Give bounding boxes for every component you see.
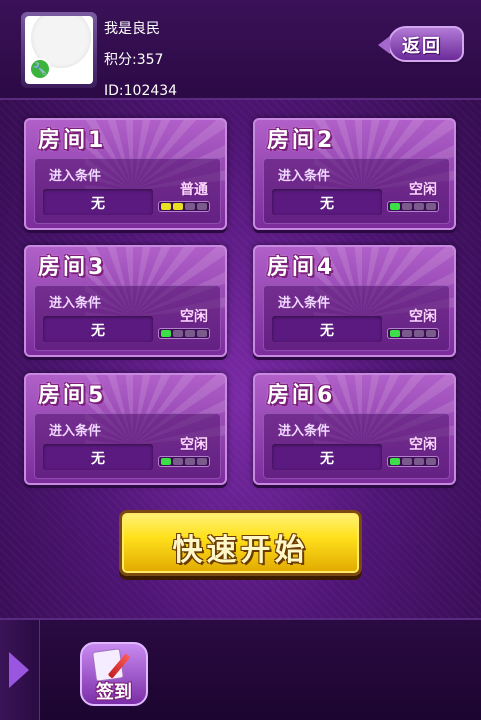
wrench-icon: 🔧	[29, 58, 51, 80]
load-segment	[414, 330, 424, 337]
condition-value: 无	[91, 323, 105, 339]
load-segment	[173, 203, 183, 210]
load-segment	[402, 203, 412, 210]
avatar-image: 🔧	[25, 16, 93, 84]
room-title: 房间1	[38, 128, 107, 153]
user-score: 积分:357	[104, 52, 164, 68]
load-segment	[173, 458, 183, 465]
room-title: 房间3	[38, 255, 107, 280]
room-load-bar	[387, 328, 439, 339]
room-card-5[interactable]: 房间5 进入条件 无 空闲	[24, 373, 227, 485]
load-segment	[197, 458, 207, 465]
room-title: 房间4	[267, 255, 336, 280]
footer-bar: 签到	[0, 618, 481, 720]
load-segment	[414, 203, 424, 210]
load-segment	[390, 330, 400, 337]
load-segment	[197, 330, 207, 337]
room-status: 空闲	[409, 182, 437, 198]
room-load-bar	[158, 201, 210, 212]
user-nickname: 我是良民	[104, 21, 160, 37]
room-title: 房间6	[267, 383, 336, 408]
load-segment	[185, 330, 195, 337]
room-title: 房间2	[267, 128, 336, 153]
load-segment	[426, 203, 436, 210]
room-load-bar	[387, 201, 439, 212]
quick-start-button[interactable]: 快速开始	[119, 510, 362, 576]
load-segment	[185, 458, 195, 465]
room-card-6[interactable]: 房间6 进入条件 无 空闲	[253, 373, 456, 485]
room-body: 进入条件 无 空闲	[263, 158, 450, 224]
load-segment	[161, 458, 171, 465]
load-segment	[390, 458, 400, 465]
room-body: 进入条件 无 空闲	[34, 413, 221, 479]
play-arrow-icon	[9, 652, 29, 688]
condition-label: 进入条件	[278, 296, 331, 311]
condition-value: 无	[320, 196, 334, 212]
room-card-1[interactable]: 房间1 进入条件 无 普通	[24, 118, 227, 230]
room-body: 进入条件 无 普通	[34, 158, 221, 224]
load-segment	[402, 458, 412, 465]
room-status: 空闲	[409, 309, 437, 325]
condition-label: 进入条件	[278, 169, 331, 184]
load-segment	[426, 458, 436, 465]
room-status: 普通	[180, 182, 208, 198]
load-segment	[173, 330, 183, 337]
avatar[interactable]: 🔧	[21, 12, 97, 88]
load-segment	[197, 203, 207, 210]
load-segment	[161, 203, 171, 210]
side-menu-toggle[interactable]	[0, 620, 40, 720]
room-body: 进入条件 无 空闲	[34, 285, 221, 351]
room-card-2[interactable]: 房间2 进入条件 无 空闲	[253, 118, 456, 230]
condition-value-box: 无	[272, 444, 382, 470]
condition-value-box: 无	[43, 444, 153, 470]
load-segment	[390, 203, 400, 210]
room-body: 进入条件 无 空闲	[263, 413, 450, 479]
condition-value: 无	[320, 451, 334, 467]
room-body: 进入条件 无 空闲	[263, 285, 450, 351]
load-segment	[185, 203, 195, 210]
condition-value: 无	[320, 323, 334, 339]
room-load-bar	[387, 456, 439, 467]
room-title: 房间5	[38, 383, 107, 408]
user-id: ID:102434	[104, 83, 178, 99]
load-segment	[402, 330, 412, 337]
load-segment	[414, 458, 424, 465]
room-card-4[interactable]: 房间4 进入条件 无 空闲	[253, 245, 456, 357]
user-info: 我是良民 积分:357 ID:102434	[104, 14, 177, 107]
condition-value: 无	[91, 196, 105, 212]
condition-value-box: 无	[272, 189, 382, 215]
condition-value-box: 无	[43, 189, 153, 215]
room-card-3[interactable]: 房间3 进入条件 无 空闲	[24, 245, 227, 357]
header: 🔧 我是良民 积分:357 ID:102434 返回	[0, 0, 481, 100]
condition-label: 进入条件	[49, 424, 102, 439]
back-button[interactable]: 返回	[378, 26, 464, 62]
background	[0, 0, 481, 720]
checkin-label: 签到	[96, 682, 132, 703]
condition-label: 进入条件	[49, 296, 102, 311]
load-segment	[161, 330, 171, 337]
room-status: 空闲	[409, 437, 437, 453]
checkin-button[interactable]: 签到	[80, 642, 148, 706]
condition-value-box: 无	[272, 316, 382, 342]
room-load-bar	[158, 456, 210, 467]
condition-label: 进入条件	[278, 424, 331, 439]
quick-start-label: 快速开始	[172, 533, 309, 568]
condition-value: 无	[91, 451, 105, 467]
back-button-label: 返回	[402, 36, 442, 57]
condition-value-box: 无	[43, 316, 153, 342]
condition-label: 进入条件	[49, 169, 102, 184]
load-segment	[426, 330, 436, 337]
room-status: 空闲	[180, 309, 208, 325]
room-status: 空闲	[180, 437, 208, 453]
room-load-bar	[158, 328, 210, 339]
